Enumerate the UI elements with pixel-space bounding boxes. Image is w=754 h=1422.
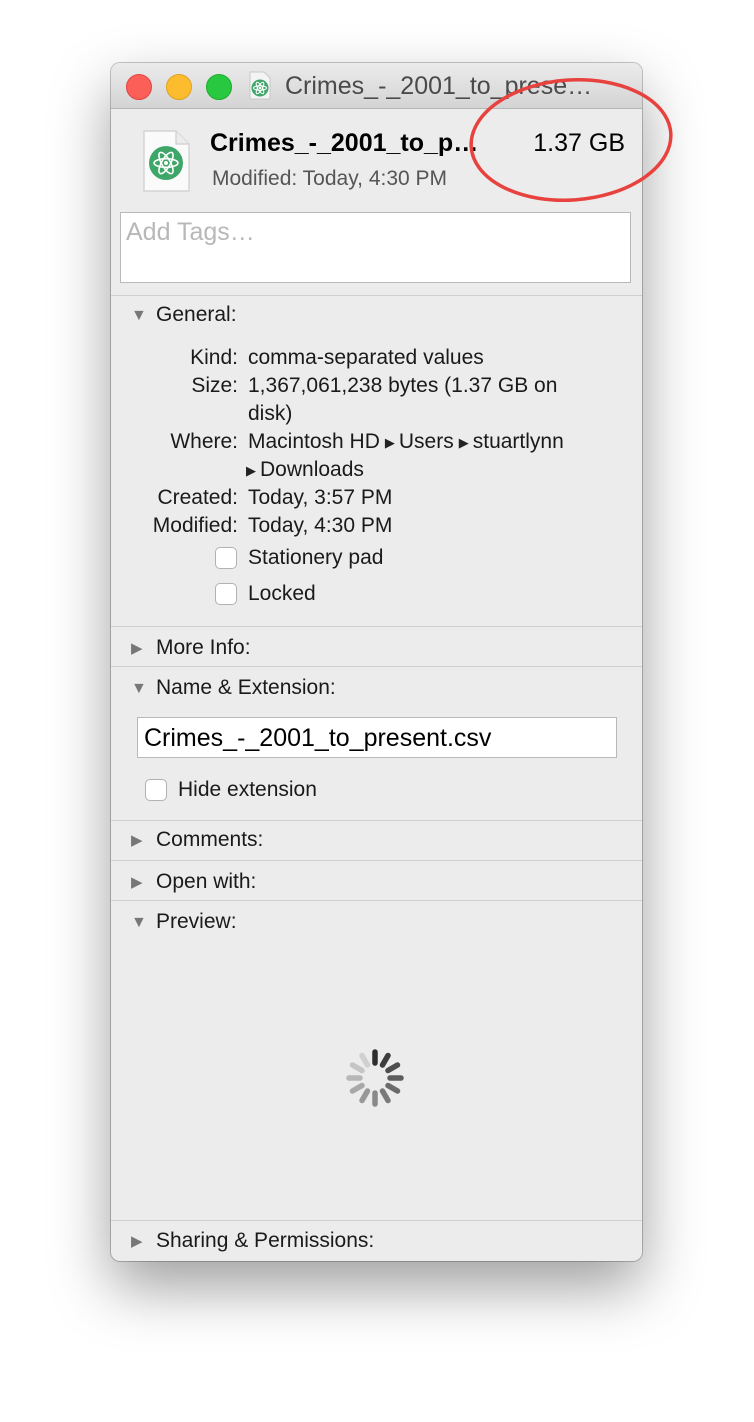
- general-section-header[interactable]: ▼ General:: [131, 303, 237, 329]
- window-title: Crimes_-_2001_to_prese…: [285, 72, 593, 100]
- divider: [111, 820, 642, 821]
- disclosure-closed-icon: ▶: [131, 832, 143, 849]
- divider: [111, 666, 642, 667]
- stationery-pad-checkbox[interactable]: [215, 547, 237, 569]
- file-modified-date: Modified: Today, 4:30 PM: [212, 167, 448, 190]
- file-name-heading: Crimes_-_2001_to_p…: [210, 129, 479, 157]
- modified-label: Modified:: [152, 514, 238, 537]
- comments-label: Comments:: [156, 828, 264, 851]
- path-downloads[interactable]: Downloads: [260, 458, 364, 481]
- path-volume[interactable]: Macintosh HD: [248, 430, 380, 453]
- disclosure-open-icon: ▼: [131, 914, 147, 931]
- open-with-section-header[interactable]: ▶ Open with:: [131, 870, 256, 896]
- path-users[interactable]: Users: [399, 430, 454, 453]
- sharing-permissions-section-header[interactable]: ▶ Sharing & Permissions:: [131, 1229, 374, 1255]
- comments-section-header[interactable]: ▶ Comments:: [131, 828, 263, 854]
- more-info-label: More Info:: [156, 636, 251, 659]
- name-extension-section-header[interactable]: ▼ Name & Extension:: [131, 676, 336, 702]
- name-extension-label: Name & Extension:: [156, 676, 336, 699]
- atom-file-icon: [143, 130, 190, 192]
- close-button[interactable]: [126, 74, 152, 100]
- path-user-folder[interactable]: stuartlynn: [473, 430, 564, 453]
- created-label: Created:: [157, 486, 238, 509]
- created-value: Today, 3:57 PM: [248, 486, 393, 509]
- locked-checkbox[interactable]: [215, 583, 237, 605]
- path-separator-icon: ▶: [458, 435, 469, 450]
- general-label: General:: [156, 303, 237, 326]
- preview-section-header[interactable]: ▼ Preview:: [131, 910, 237, 936]
- size-value: 1,367,061,238 bytes (1.37 GB on: [248, 374, 558, 397]
- divider: [111, 900, 642, 901]
- disclosure-open-icon: ▼: [131, 307, 147, 324]
- disclosure-closed-icon: ▶: [131, 1233, 143, 1250]
- minimize-button[interactable]: [166, 74, 192, 100]
- disclosure-closed-icon: ▶: [131, 874, 143, 891]
- hide-extension-checkbox[interactable]: [145, 779, 167, 801]
- zoom-button[interactable]: [206, 74, 232, 100]
- loading-spinner-icon: [346, 1049, 404, 1107]
- divider: [111, 626, 642, 627]
- divider: [111, 860, 642, 861]
- stationery-pad-label: Stationery pad: [248, 546, 384, 569]
- kind-value: comma-separated values: [248, 346, 484, 369]
- where-label: Where:: [170, 430, 238, 453]
- atom-file-icon: [249, 71, 271, 100]
- open-with-label: Open with:: [156, 870, 257, 893]
- where-path-continued: ▶ Downloads: [246, 458, 364, 482]
- file-size-heading: 1.37 GB: [533, 129, 625, 157]
- size-value-continued: disk): [248, 402, 293, 425]
- divider: [111, 1220, 642, 1221]
- preview-label: Preview:: [156, 910, 237, 933]
- disclosure-closed-icon: ▶: [131, 640, 143, 657]
- kind-label: Kind:: [190, 346, 238, 369]
- title-bar[interactable]: Crimes_-_2001_to_prese…: [111, 63, 642, 109]
- add-tags-field[interactable]: Add Tags…: [120, 212, 631, 283]
- divider: [111, 295, 642, 296]
- file-name-input[interactable]: Crimes_-_2001_to_present.csv: [137, 717, 617, 758]
- modified-value: Today, 4:30 PM: [248, 514, 393, 537]
- get-info-window: Crimes_-_2001_to_prese… Crimes_-_2001_to…: [111, 63, 642, 1261]
- locked-label: Locked: [248, 582, 316, 605]
- where-path: Macintosh HD ▶ Users ▶ stuartlynn: [248, 430, 564, 454]
- hide-extension-label: Hide extension: [178, 778, 317, 801]
- more-info-section-header[interactable]: ▶ More Info:: [131, 636, 251, 662]
- path-separator-icon: ▶: [384, 435, 395, 450]
- size-label: Size:: [191, 374, 238, 397]
- path-separator-icon: ▶: [246, 463, 256, 478]
- sharing-permissions-label: Sharing & Permissions:: [156, 1229, 375, 1252]
- disclosure-open-icon: ▼: [131, 680, 147, 697]
